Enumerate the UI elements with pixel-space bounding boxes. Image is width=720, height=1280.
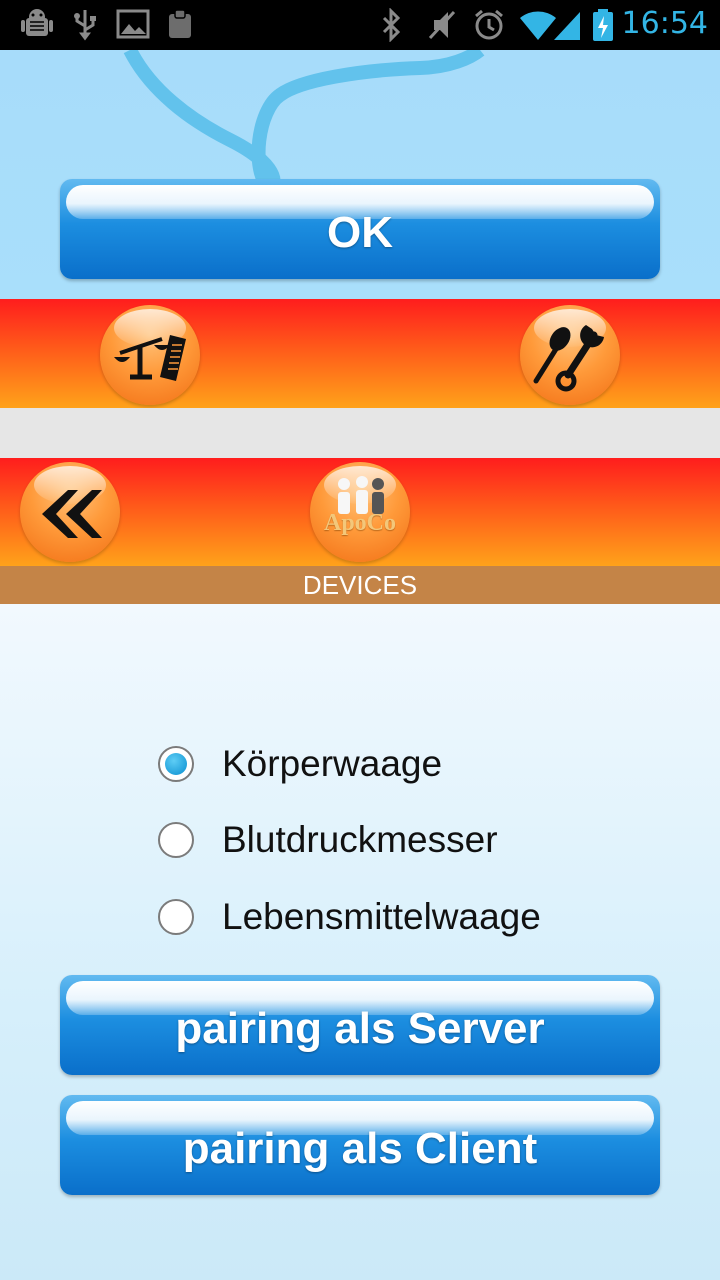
apoco-logo: ApoCo [310,462,410,562]
double-chevron-left-icon [42,490,102,538]
pairing-server-button[interactable]: pairing als Server [60,975,660,1075]
radio-button[interactable] [158,746,194,782]
apoco-logo-text: ApoCo [323,510,396,536]
radio-label: Blutdruckmesser [222,819,498,860]
radio-button[interactable] [158,899,194,935]
pairing-server-label: pairing als Server [175,1004,545,1053]
pairing-client-button[interactable]: pairing als Client [60,1095,660,1195]
ok-button[interactable]: OK [60,179,660,279]
ok-button-label: OK [327,208,393,257]
scale-icon [114,335,186,381]
android-debug-icon [21,9,53,36]
tools-button[interactable] [520,305,620,405]
section-title: DEVICES [302,569,418,600]
radio-label: Körperwaage [222,743,443,784]
radio-option-koerperwaage[interactable]: Körperwaage [158,734,618,794]
mute-icon [428,10,456,40]
toolbar-separator [0,408,720,458]
radio-option-lebensmittelwaage[interactable]: Lebensmittelwaage [158,887,618,947]
radio-label: Lebensmittelwaage [222,896,541,937]
image-icon [116,9,150,39]
signal-icon [554,12,580,40]
status-time: 16:54 [621,6,708,41]
scale-button[interactable] [100,305,200,405]
section-header: DEVICES [0,566,720,604]
bluetooth-icon [382,8,401,42]
battery-charging-icon [593,9,613,41]
alarm-icon [475,9,503,40]
clipboard-icon [169,9,191,38]
radio-option-blutdruckmesser[interactable]: Blutdruckmesser [158,810,618,870]
tools-icon [533,325,604,392]
pairing-client-label: pairing als Client [182,1124,538,1173]
radio-button[interactable] [158,822,194,858]
usb-icon [74,10,96,41]
status-bar: 16:54 [0,0,720,50]
back-button[interactable] [20,462,120,562]
